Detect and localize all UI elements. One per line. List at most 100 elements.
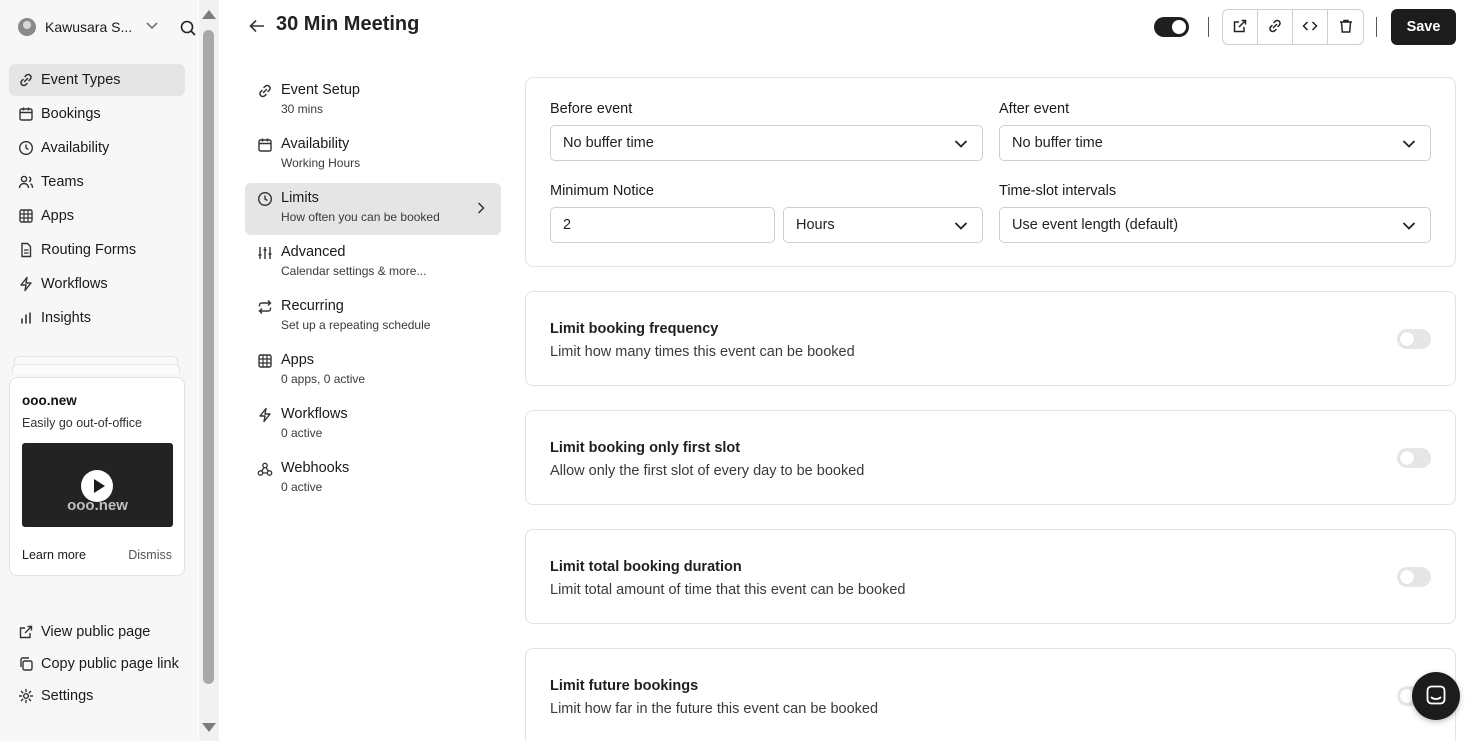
sidebar-scrollbar[interactable]	[199, 0, 219, 741]
link-icon	[17, 71, 35, 89]
after-event-select[interactable]: No buffer time	[999, 125, 1431, 161]
sidebar-item-teams[interactable]: Teams	[9, 166, 185, 198]
chevron-down-icon	[1402, 137, 1416, 153]
zap-icon	[17, 275, 35, 293]
scroll-up-arrow[interactable]	[202, 10, 216, 19]
copy-link-button[interactable]	[1258, 10, 1293, 44]
sidebar-item-insights[interactable]: Insights	[9, 302, 185, 334]
tab-sublabel: How often you can be booked	[281, 210, 440, 224]
tab-label: Availability	[281, 136, 350, 152]
input-value: 2	[563, 217, 572, 233]
tab-workflows[interactable]: Workflows 0 active	[245, 399, 501, 451]
tab-label: Advanced	[281, 244, 346, 260]
minimum-notice-input[interactable]: 2	[550, 207, 775, 243]
copy-public-link[interactable]: Copy public page link	[9, 654, 185, 674]
before-event-select[interactable]: No buffer time	[550, 125, 983, 161]
trash-icon	[1338, 18, 1354, 37]
clock-icon	[17, 139, 35, 157]
tab-event-setup[interactable]: Event Setup 30 mins	[245, 75, 501, 127]
sidebar-item-availability[interactable]: Availability	[9, 132, 185, 164]
tab-sublabel: Set up a repeating schedule	[281, 318, 431, 332]
calendar-icon	[256, 136, 274, 154]
sidebar: Kawusara S... Event Types Bookings Avail…	[0, 0, 198, 741]
document-icon	[17, 241, 35, 259]
sidebar-item-event-types[interactable]: Event Types	[9, 64, 185, 96]
divider	[1208, 17, 1209, 37]
user-menu[interactable]: Kawusara S...	[18, 18, 198, 36]
main-nav: Event Types Bookings Availability Teams …	[9, 64, 185, 336]
promo-stack-layer	[12, 364, 180, 374]
webhook-icon	[256, 460, 274, 478]
calendar-icon	[17, 105, 35, 123]
limit-description: Limit how many times this event can be b…	[550, 344, 855, 360]
tab-label: Event Setup	[281, 82, 360, 98]
limit-first-slot-toggle[interactable]	[1397, 448, 1431, 468]
delete-button[interactable]	[1328, 10, 1363, 44]
dismiss-button[interactable]: Dismiss	[128, 548, 172, 562]
page-title: 30 Min Meeting	[276, 13, 420, 35]
sidebar-item-label: Availability	[41, 140, 110, 156]
sidebar-item-label: Event Types	[41, 72, 121, 88]
preview-button[interactable]	[1223, 10, 1258, 44]
repeat-icon	[256, 298, 274, 316]
bar-chart-icon	[17, 309, 35, 327]
limit-duration-toggle[interactable]	[1397, 567, 1431, 587]
settings-label: Settings	[41, 688, 94, 704]
tab-apps[interactable]: Apps 0 apps, 0 active	[245, 345, 501, 397]
time-slot-intervals-select[interactable]: Use event length (default)	[999, 207, 1431, 243]
limit-frequency-card: Limit booking frequency Limit how many t…	[525, 291, 1456, 386]
hidden-toggle[interactable]	[1154, 17, 1189, 37]
chevron-down-icon	[954, 137, 968, 153]
tab-advanced[interactable]: Advanced Calendar settings & more...	[245, 237, 501, 289]
minimum-notice-unit-select[interactable]: Hours	[783, 207, 983, 243]
action-button-group	[1222, 9, 1364, 45]
scroll-down-arrow[interactable]	[202, 723, 216, 732]
back-arrow-icon[interactable]	[248, 17, 266, 35]
sidebar-bottom-links: View public page Copy public page link S…	[9, 622, 185, 718]
external-link-icon	[1232, 18, 1248, 37]
tab-recurring[interactable]: Recurring Set up a repeating schedule	[245, 291, 501, 343]
sidebar-item-workflows[interactable]: Workflows	[9, 268, 185, 300]
sidebar-item-bookings[interactable]: Bookings	[9, 98, 185, 130]
chevron-down-icon	[954, 219, 968, 235]
sidebar-item-label: Teams	[41, 174, 84, 190]
copy-public-link-label: Copy public page link	[41, 656, 179, 672]
video-logo: ooo.new	[67, 497, 128, 514]
tab-availability[interactable]: Availability Working Hours	[245, 129, 501, 181]
sidebar-item-label: Bookings	[41, 106, 101, 122]
tab-label: Webhooks	[281, 460, 350, 476]
tab-limits[interactable]: Limits How often you can be booked	[245, 183, 501, 235]
select-value: Use event length (default)	[1012, 217, 1179, 233]
sidebar-item-label: Apps	[41, 208, 75, 224]
settings-link[interactable]: Settings	[9, 686, 185, 706]
chat-icon	[1425, 684, 1447, 709]
time-slot-intervals-label: Time-slot intervals	[999, 183, 1117, 199]
search-icon[interactable]	[180, 20, 196, 39]
scroll-thumb[interactable]	[203, 30, 214, 684]
tab-label: Recurring	[281, 298, 344, 314]
view-public-page-label: View public page	[41, 624, 151, 640]
learn-more-link[interactable]: Learn more	[22, 548, 86, 562]
limit-title: Limit total booking duration	[550, 559, 742, 575]
tab-label: Apps	[281, 352, 315, 368]
event-settings-nav: Event Setup 30 mins Availability Working…	[245, 75, 501, 507]
embed-button[interactable]	[1293, 10, 1328, 44]
tab-sublabel: 0 apps, 0 active	[281, 372, 366, 386]
save-button[interactable]: Save	[1391, 9, 1456, 45]
chevron-down-icon	[1402, 219, 1416, 235]
promo-video[interactable]: ooo.new	[22, 443, 173, 527]
sidebar-item-label: Workflows	[41, 276, 108, 292]
sidebar-item-routing-forms[interactable]: Routing Forms	[9, 234, 185, 266]
limit-title: Limit booking only first slot	[550, 440, 741, 456]
view-public-page-link[interactable]: View public page	[9, 622, 185, 642]
sidebar-item-apps[interactable]: Apps	[9, 200, 185, 232]
tab-webhooks[interactable]: Webhooks 0 active	[245, 453, 501, 505]
grid-icon	[17, 207, 35, 225]
zap-icon	[256, 406, 274, 424]
before-event-label: Before event	[550, 101, 633, 117]
tab-sublabel: 30 mins	[281, 102, 324, 116]
gear-icon	[17, 686, 35, 706]
tab-label: Limits	[281, 190, 319, 206]
support-chat-button[interactable]	[1412, 672, 1460, 720]
limit-frequency-toggle[interactable]	[1397, 329, 1431, 349]
